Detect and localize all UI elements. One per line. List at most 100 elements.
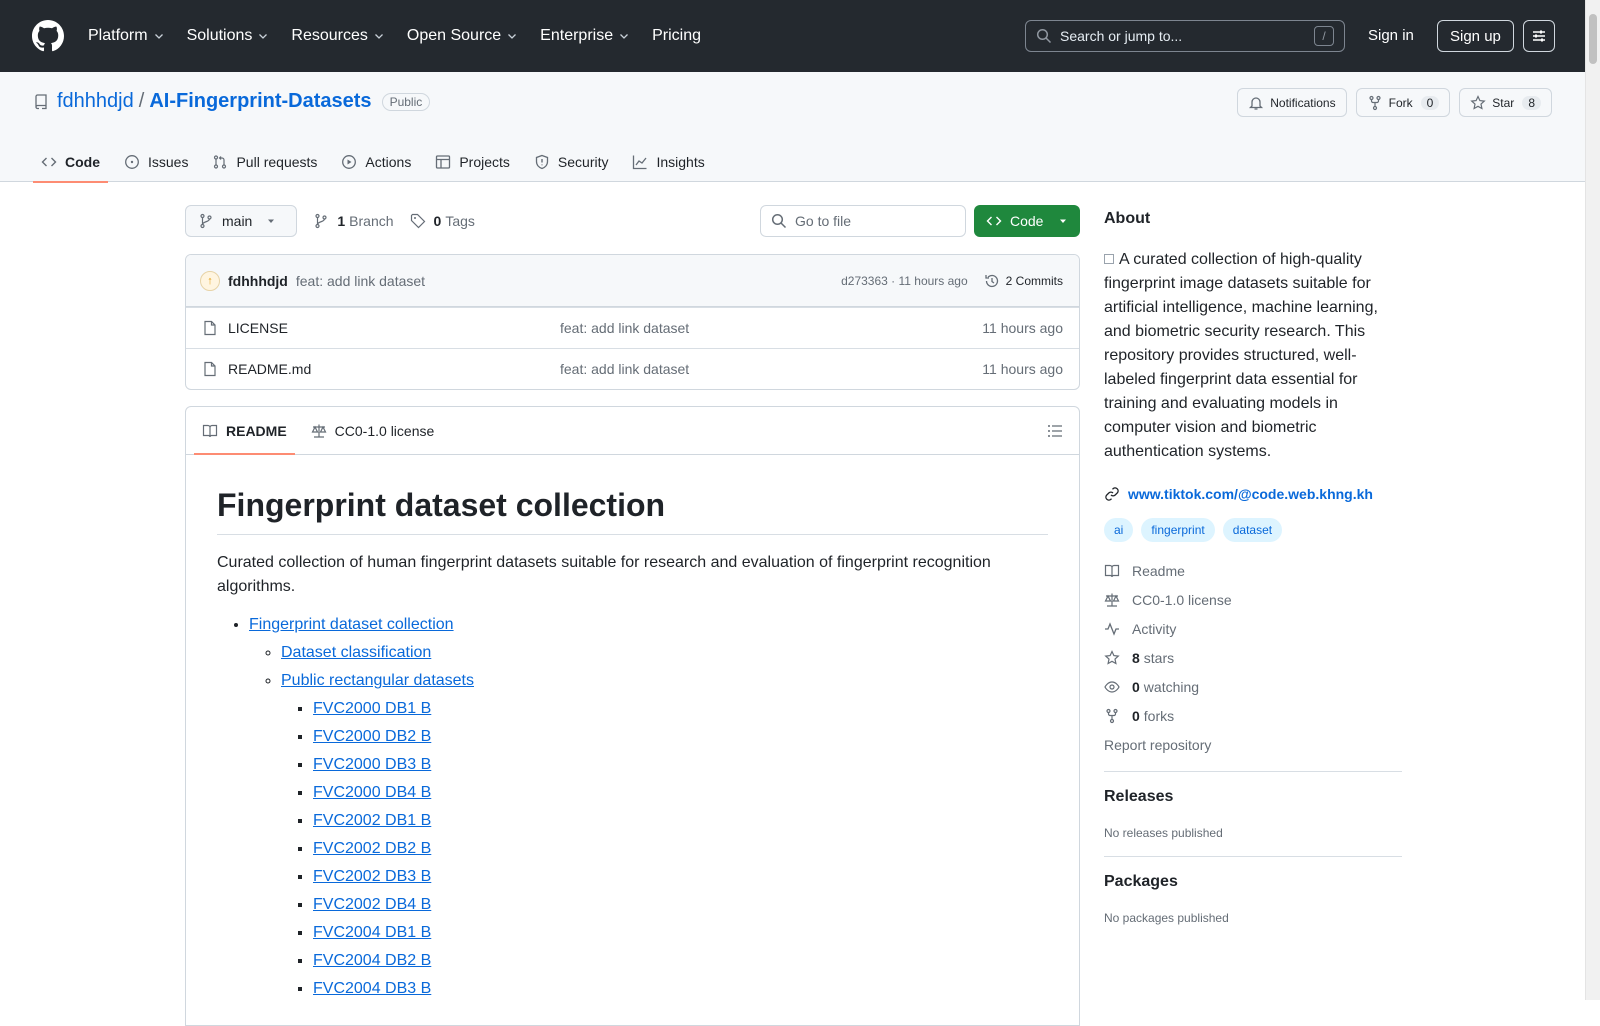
toc-link[interactable]: FVC2000 DB2 B (313, 728, 431, 745)
file-commit-message[interactable]: feat: add link dataset (560, 361, 982, 377)
repo-name-link[interactable]: AI-Fingerprint-Datasets (149, 90, 371, 113)
toc-link[interactable]: FVC2000 DB3 B (313, 756, 431, 773)
toc-link[interactable]: FVC2004 DB2 B (313, 952, 431, 969)
toc-link[interactable]: FVC2004 DB1 B (313, 924, 431, 941)
toc-link[interactable]: FVC2002 DB2 B (313, 840, 431, 857)
search-input[interactable]: Search or jump to... / (1025, 20, 1345, 52)
packages-heading[interactable]: Packages (1104, 873, 1402, 891)
divider (1104, 856, 1402, 857)
forks-link[interactable]: 0 forks (1104, 701, 1402, 730)
readme-intro: Curated collection of human fingerprint … (217, 554, 991, 595)
readme-link[interactable]: Readme (1104, 556, 1402, 585)
fork-button[interactable]: Fork 0 (1355, 88, 1451, 117)
search-icon (1036, 28, 1052, 44)
chevron-down-icon (259, 34, 268, 39)
sign-in-link[interactable]: Sign in (1368, 27, 1414, 44)
topic-tag[interactable]: ai (1104, 518, 1134, 542)
toc-link[interactable]: FVC2000 DB1 B (313, 700, 431, 717)
file-list: ↑ fdhhhdjd feat: add link dataset d27336… (185, 254, 1080, 390)
table-row: LICENSE feat: add link dataset 11 hours … (186, 307, 1079, 348)
sign-up-button[interactable]: Sign up (1437, 20, 1514, 52)
commit-message[interactable]: feat: add link dataset (296, 273, 841, 289)
file-commit-message[interactable]: feat: add link dataset (560, 320, 982, 336)
tab-code[interactable]: Code (33, 142, 108, 183)
tab-license[interactable]: CC0-1.0 license (303, 407, 443, 454)
watchers-link[interactable]: 0 watching (1104, 672, 1402, 701)
github-logo-icon[interactable] (32, 20, 64, 52)
list-item: FVC2004 DB3 B (313, 977, 1048, 1001)
nav-pricing[interactable]: Pricing (652, 27, 701, 45)
about-description: A curated collection of high-quality fin… (1104, 251, 1378, 460)
topic-tag[interactable]: fingerprint (1141, 518, 1215, 542)
commit-hash-time[interactable]: d273363 · 11 hours ago (841, 274, 968, 288)
toc-link[interactable]: Dataset classification (281, 644, 431, 661)
star-button[interactable]: Star 8 (1459, 88, 1552, 117)
stars-link[interactable]: 8 stars (1104, 643, 1402, 672)
nav-solutions[interactable]: Solutions (187, 27, 270, 45)
toc-link[interactable]: FVC2002 DB3 B (313, 868, 431, 885)
toc-link[interactable]: FVC2002 DB1 B (313, 812, 431, 829)
file-name-link[interactable]: README.md (228, 361, 560, 377)
tab-issues[interactable]: Issues (116, 142, 196, 182)
chevron-down-icon (374, 34, 383, 39)
table-row: README.md feat: add link dataset 11 hour… (186, 348, 1079, 389)
list-item: FVC2000 DB4 B (313, 781, 1048, 805)
pull-request-icon (214, 155, 227, 169)
book-icon (202, 424, 218, 437)
emoji-placeholder-icon (1104, 254, 1114, 264)
branch-icon (315, 213, 327, 229)
activity-link[interactable]: Activity (1104, 614, 1402, 643)
nav-resources[interactable]: Resources (291, 27, 384, 45)
star-icon (1470, 94, 1486, 110)
file-name-link[interactable]: LICENSE (228, 320, 560, 336)
menu-toggle-button[interactable] (1523, 20, 1555, 52)
list-outline-icon[interactable] (1047, 423, 1063, 439)
page-scrollbar[interactable] (1585, 0, 1600, 1000)
law-icon (1104, 593, 1120, 607)
repo-tabs: Code Issues Pull requests Actions Projec… (33, 142, 721, 183)
code-dropdown-button[interactable]: Code (974, 205, 1080, 237)
branch-select-button[interactable]: main (185, 205, 298, 237)
toc-link[interactable]: FVC2004 DB3 B (313, 980, 431, 997)
topic-tag[interactable]: dataset (1222, 518, 1283, 542)
readme-panel: README CC0-1.0 license Fingerprint datas… (185, 406, 1080, 1026)
table-of-contents: Fingerprint dataset collection Dataset c… (217, 613, 1048, 1001)
tags-link[interactable]: 0 Tags (410, 213, 475, 229)
tab-pull-requests[interactable]: Pull requests (204, 142, 325, 182)
toc-link[interactable]: Fingerprint dataset collection (249, 616, 454, 633)
list-item: FVC2000 DB3 B (313, 753, 1048, 777)
nav-platform[interactable]: Platform (88, 27, 165, 45)
notifications-button[interactable]: Notifications (1237, 88, 1347, 117)
tag-icon (410, 213, 425, 229)
tab-insights[interactable]: Insights (624, 142, 712, 182)
website-link[interactable]: www.tiktok.com/@code.web.khng.kh (1104, 486, 1402, 502)
readme-body: Fingerprint dataset collection Curated c… (186, 455, 1079, 1025)
report-repository-link[interactable]: Report repository (1104, 730, 1402, 759)
repo-icon (35, 93, 47, 109)
tab-readme[interactable]: README (194, 407, 295, 455)
star-icon (1104, 649, 1120, 665)
commit-author[interactable]: fdhhhdjd (228, 273, 288, 289)
tab-projects[interactable]: Projects (427, 142, 518, 182)
nav-open-source[interactable]: Open Source (407, 27, 518, 45)
about-heading: About (1104, 210, 1151, 227)
branches-link[interactable]: 1 Branch (313, 213, 394, 229)
tab-security[interactable]: Security (526, 142, 617, 182)
license-link[interactable]: CC0-1.0 license (1104, 585, 1402, 614)
nav-enterprise[interactable]: Enterprise (540, 27, 630, 45)
readme-tabs: README CC0-1.0 license (186, 407, 1079, 455)
scrollbar-thumb[interactable] (1589, 14, 1597, 64)
toc-link[interactable]: Public rectangular datasets (281, 672, 474, 689)
readme-title: Fingerprint dataset collection (217, 487, 1048, 535)
repo-owner-link[interactable]: fdhhhdjd (57, 90, 134, 113)
fork-counter: 0 (1420, 95, 1440, 110)
link-icon (1105, 487, 1119, 501)
commits-history-link[interactable]: 2 Commits (984, 273, 1063, 289)
tab-actions[interactable]: Actions (333, 142, 419, 182)
releases-heading[interactable]: Releases (1104, 788, 1402, 806)
avatar[interactable]: ↑ (200, 270, 220, 291)
toc-link[interactable]: FVC2002 DB4 B (313, 896, 431, 913)
list-item: Fingerprint dataset collection Dataset c… (249, 613, 1048, 1001)
toc-link[interactable]: FVC2000 DB4 B (313, 784, 431, 801)
go-to-file-input[interactable]: Go to file (760, 205, 966, 237)
